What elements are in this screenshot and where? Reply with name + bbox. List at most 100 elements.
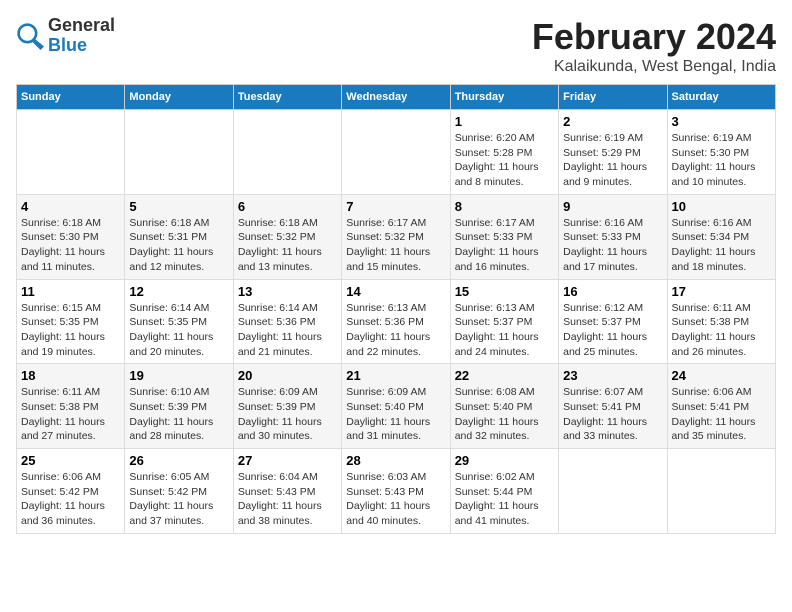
day-header-sunday: Sunday — [17, 85, 125, 110]
day-header-monday: Monday — [125, 85, 233, 110]
logo: General Blue — [16, 16, 115, 56]
day-number: 3 — [672, 114, 771, 129]
calendar-cell: 27 Sunrise: 6:04 AMSunset: 5:43 PMDayligh… — [233, 449, 341, 534]
calendar-cell: 14 Sunrise: 6:13 AMSunset: 5:36 PMDayligh… — [342, 279, 450, 364]
day-number: 13 — [238, 284, 337, 299]
week-row-2: 4 Sunrise: 6:18 AMSunset: 5:30 PMDaylight… — [17, 194, 776, 279]
calendar-cell: 11 Sunrise: 6:15 AMSunset: 5:35 PMDayligh… — [17, 279, 125, 364]
day-info: Sunrise: 6:20 AMSunset: 5:28 PMDaylight:… — [455, 131, 554, 190]
calendar-cell — [667, 449, 775, 534]
day-info: Sunrise: 6:18 AMSunset: 5:31 PMDaylight:… — [129, 216, 228, 275]
day-number: 23 — [563, 368, 662, 383]
calendar-cell: 22 Sunrise: 6:08 AMSunset: 5:40 PMDayligh… — [450, 364, 558, 449]
day-info: Sunrise: 6:18 AMSunset: 5:32 PMDaylight:… — [238, 216, 337, 275]
calendar-cell: 15Sunrise: 6:13 AMSunset: 5:37 PMDayligh… — [450, 279, 558, 364]
day-info: Sunrise: 6:07 AMSunset: 5:41 PMDaylight:… — [563, 385, 662, 444]
calendar-cell: 7 Sunrise: 6:17 AMSunset: 5:32 PMDaylight… — [342, 194, 450, 279]
day-header-friday: Friday — [559, 85, 667, 110]
day-info: Sunrise: 6:05 AMSunset: 5:42 PMDaylight:… — [129, 470, 228, 529]
day-info: Sunrise: 6:14 AMSunset: 5:36 PMDaylight:… — [238, 301, 337, 360]
day-info: Sunrise: 6:02 AMSunset: 5:44 PMDaylight:… — [455, 470, 554, 529]
page-title: February 2024 — [532, 16, 776, 58]
day-info: Sunrise: 6:16 AMSunset: 5:33 PMDaylight:… — [563, 216, 662, 275]
calendar-cell: 18 Sunrise: 6:11 AMSunset: 5:38 PMDayligh… — [17, 364, 125, 449]
calendar-cell: 20Sunrise: 6:09 AMSunset: 5:39 PMDayligh… — [233, 364, 341, 449]
day-number: 19 — [129, 368, 228, 383]
day-number: 25 — [21, 453, 120, 468]
day-number: 7 — [346, 199, 445, 214]
calendar-cell: 28Sunrise: 6:03 AMSunset: 5:43 PMDayligh… — [342, 449, 450, 534]
day-info: Sunrise: 6:14 AMSunset: 5:35 PMDaylight:… — [129, 301, 228, 360]
calendar-cell: 29 Sunrise: 6:02 AMSunset: 5:44 PMDayligh… — [450, 449, 558, 534]
day-number: 21 — [346, 368, 445, 383]
week-row-5: 25 Sunrise: 6:06 AMSunset: 5:42 PMDayligh… — [17, 449, 776, 534]
calendar-cell: 9 Sunrise: 6:16 AMSunset: 5:33 PMDaylight… — [559, 194, 667, 279]
day-info: Sunrise: 6:12 AMSunset: 5:37 PMDaylight:… — [563, 301, 662, 360]
day-info: Sunrise: 6:04 AMSunset: 5:43 PMDaylight:… — [238, 470, 337, 529]
calendar-cell: 3Sunrise: 6:19 AMSunset: 5:30 PMDaylight… — [667, 110, 775, 195]
day-info: Sunrise: 6:13 AMSunset: 5:37 PMDaylight:… — [455, 301, 554, 360]
day-info: Sunrise: 6:16 AMSunset: 5:34 PMDaylight:… — [672, 216, 771, 275]
day-number: 11 — [21, 284, 120, 299]
week-row-4: 18 Sunrise: 6:11 AMSunset: 5:38 PMDayligh… — [17, 364, 776, 449]
calendar-cell: 16 Sunrise: 6:12 AMSunset: 5:37 PMDayligh… — [559, 279, 667, 364]
day-number: 22 — [455, 368, 554, 383]
day-number: 6 — [238, 199, 337, 214]
logo-icon — [16, 22, 44, 50]
day-number: 2 — [563, 114, 662, 129]
day-info: Sunrise: 6:11 AMSunset: 5:38 PMDaylight:… — [672, 301, 771, 360]
day-number: 1 — [455, 114, 554, 129]
day-number: 29 — [455, 453, 554, 468]
calendar-table: SundayMondayTuesdayWednesdayThursdayFrid… — [16, 84, 776, 534]
day-number: 20 — [238, 368, 337, 383]
calendar-cell: 21 Sunrise: 6:09 AMSunset: 5:40 PMDayligh… — [342, 364, 450, 449]
day-number: 27 — [238, 453, 337, 468]
calendar-cell: 4 Sunrise: 6:18 AMSunset: 5:30 PMDaylight… — [17, 194, 125, 279]
day-info: Sunrise: 6:06 AMSunset: 5:41 PMDaylight:… — [672, 385, 771, 444]
calendar-cell: 26Sunrise: 6:05 AMSunset: 5:42 PMDayligh… — [125, 449, 233, 534]
day-number: 24 — [672, 368, 771, 383]
day-header-tuesday: Tuesday — [233, 85, 341, 110]
calendar-cell: 23 Sunrise: 6:07 AMSunset: 5:41 PMDayligh… — [559, 364, 667, 449]
calendar-cell: 6 Sunrise: 6:18 AMSunset: 5:32 PMDaylight… — [233, 194, 341, 279]
day-number: 17 — [672, 284, 771, 299]
day-number: 4 — [21, 199, 120, 214]
calendar-cell: 13 Sunrise: 6:14 AMSunset: 5:36 PMDayligh… — [233, 279, 341, 364]
calendar-cell: 12 Sunrise: 6:14 AMSunset: 5:35 PMDayligh… — [125, 279, 233, 364]
day-info: Sunrise: 6:18 AMSunset: 5:30 PMDaylight:… — [21, 216, 120, 275]
day-info: Sunrise: 6:08 AMSunset: 5:40 PMDaylight:… — [455, 385, 554, 444]
calendar-cell — [233, 110, 341, 195]
day-info: Sunrise: 6:15 AMSunset: 5:35 PMDaylight:… — [21, 301, 120, 360]
calendar-cell: 24 Sunrise: 6:06 AMSunset: 5:41 PMDayligh… — [667, 364, 775, 449]
calendar-cell: 1 Sunrise: 6:20 AMSunset: 5:28 PMDaylight… — [450, 110, 558, 195]
logo-general: General — [48, 15, 115, 35]
day-number: 16 — [563, 284, 662, 299]
day-number: 28 — [346, 453, 445, 468]
calendar-cell — [125, 110, 233, 195]
calendar-cell: 19Sunrise: 6:10 AMSunset: 5:39 PMDayligh… — [125, 364, 233, 449]
days-header-row: SundayMondayTuesdayWednesdayThursdayFrid… — [17, 85, 776, 110]
day-number: 18 — [21, 368, 120, 383]
calendar-cell: 8 Sunrise: 6:17 AMSunset: 5:33 PMDaylight… — [450, 194, 558, 279]
calendar-cell — [559, 449, 667, 534]
day-number: 14 — [346, 284, 445, 299]
day-number: 9 — [563, 199, 662, 214]
day-info: Sunrise: 6:11 AMSunset: 5:38 PMDaylight:… — [21, 385, 120, 444]
day-info: Sunrise: 6:09 AMSunset: 5:40 PMDaylight:… — [346, 385, 445, 444]
title-area: February 2024 Kalaikunda, West Bengal, I… — [532, 16, 776, 76]
day-header-saturday: Saturday — [667, 85, 775, 110]
calendar-cell — [17, 110, 125, 195]
calendar-cell: 5Sunrise: 6:18 AMSunset: 5:31 PMDaylight… — [125, 194, 233, 279]
calendar-cell: 25 Sunrise: 6:06 AMSunset: 5:42 PMDayligh… — [17, 449, 125, 534]
day-number: 8 — [455, 199, 554, 214]
calendar-cell — [342, 110, 450, 195]
day-header-thursday: Thursday — [450, 85, 558, 110]
day-info: Sunrise: 6:13 AMSunset: 5:36 PMDaylight:… — [346, 301, 445, 360]
day-info: Sunrise: 6:17 AMSunset: 5:33 PMDaylight:… — [455, 216, 554, 275]
day-number: 12 — [129, 284, 228, 299]
day-info: Sunrise: 6:17 AMSunset: 5:32 PMDaylight:… — [346, 216, 445, 275]
calendar-cell: 17 Sunrise: 6:11 AMSunset: 5:38 PMDayligh… — [667, 279, 775, 364]
page-subtitle: Kalaikunda, West Bengal, India — [532, 58, 776, 76]
day-info: Sunrise: 6:06 AMSunset: 5:42 PMDaylight:… — [21, 470, 120, 529]
calendar-cell: 2Sunrise: 6:19 AMSunset: 5:29 PMDaylight… — [559, 110, 667, 195]
